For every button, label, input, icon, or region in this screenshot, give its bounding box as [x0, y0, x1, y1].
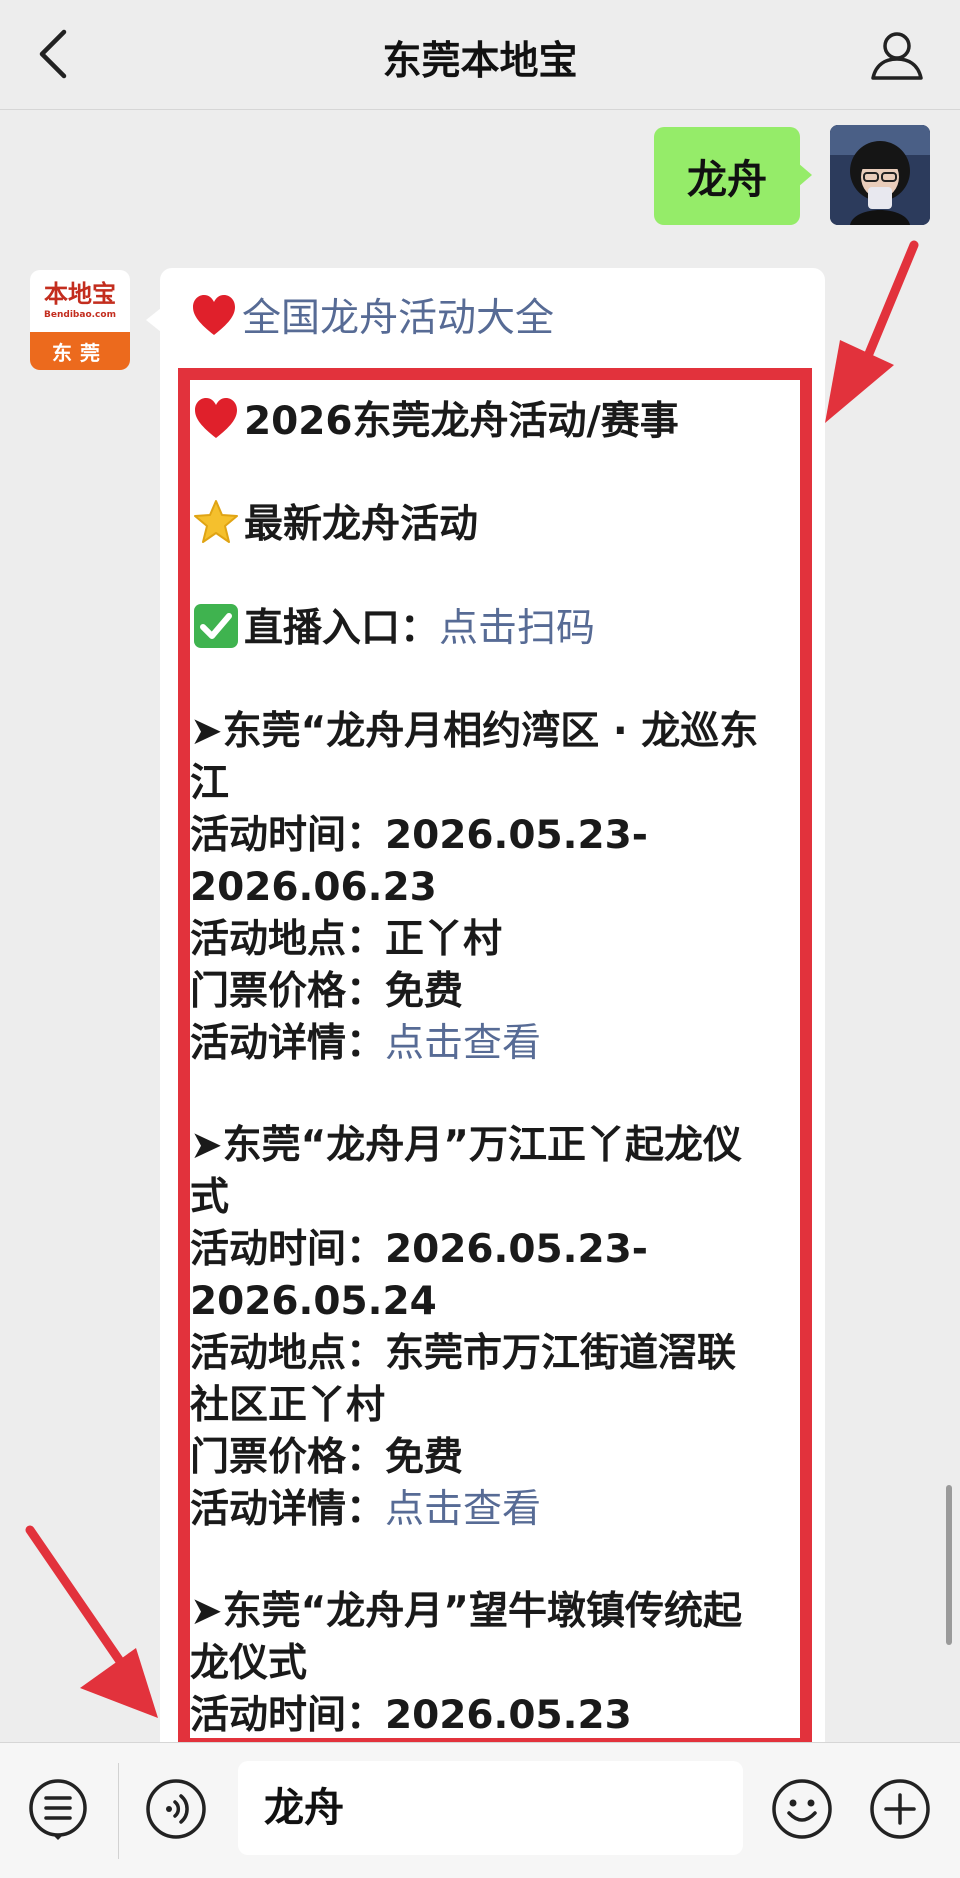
plus-icon[interactable] [868, 1777, 932, 1841]
user-avatar[interactable] [830, 125, 930, 225]
article-heading-link[interactable]: 全国龙舟活动大全 [190, 292, 554, 345]
chat-input-bar: 龙舟 [0, 1742, 960, 1878]
profile-icon[interactable] [868, 26, 926, 84]
user-avatar-photo-icon [830, 125, 930, 225]
red-arrow-icon [25, 1525, 158, 1718]
menu-list-icon[interactable] [26, 1777, 90, 1841]
user-message-bubble[interactable]: 龙舟 [654, 127, 812, 225]
bot-avatar-city: 东莞 [30, 332, 130, 370]
bot-avatar[interactable]: 本地宝 Bendibao.com 东莞 [30, 270, 130, 370]
highlight-box [178, 368, 812, 1750]
red-arrow-icon [825, 240, 919, 423]
chat-title: 东莞本地宝 [382, 39, 578, 84]
message-input[interactable]: 龙舟 [238, 1761, 743, 1855]
bot-avatar-site: Bendibao.com [44, 310, 116, 320]
bar-divider [118, 1763, 119, 1859]
user-message-text: 龙舟 [687, 157, 767, 203]
article-heading-text: 全国龙舟活动大全 [242, 296, 555, 341]
red-heart-icon [193, 295, 235, 335]
bot-avatar-logo: 本地宝 [44, 279, 116, 308]
chat-header: 东莞本地宝 [0, 0, 960, 110]
voice-icon[interactable] [144, 1777, 208, 1841]
scrollbar[interactable] [946, 1485, 952, 1645]
emoji-smile-icon[interactable] [770, 1777, 834, 1841]
